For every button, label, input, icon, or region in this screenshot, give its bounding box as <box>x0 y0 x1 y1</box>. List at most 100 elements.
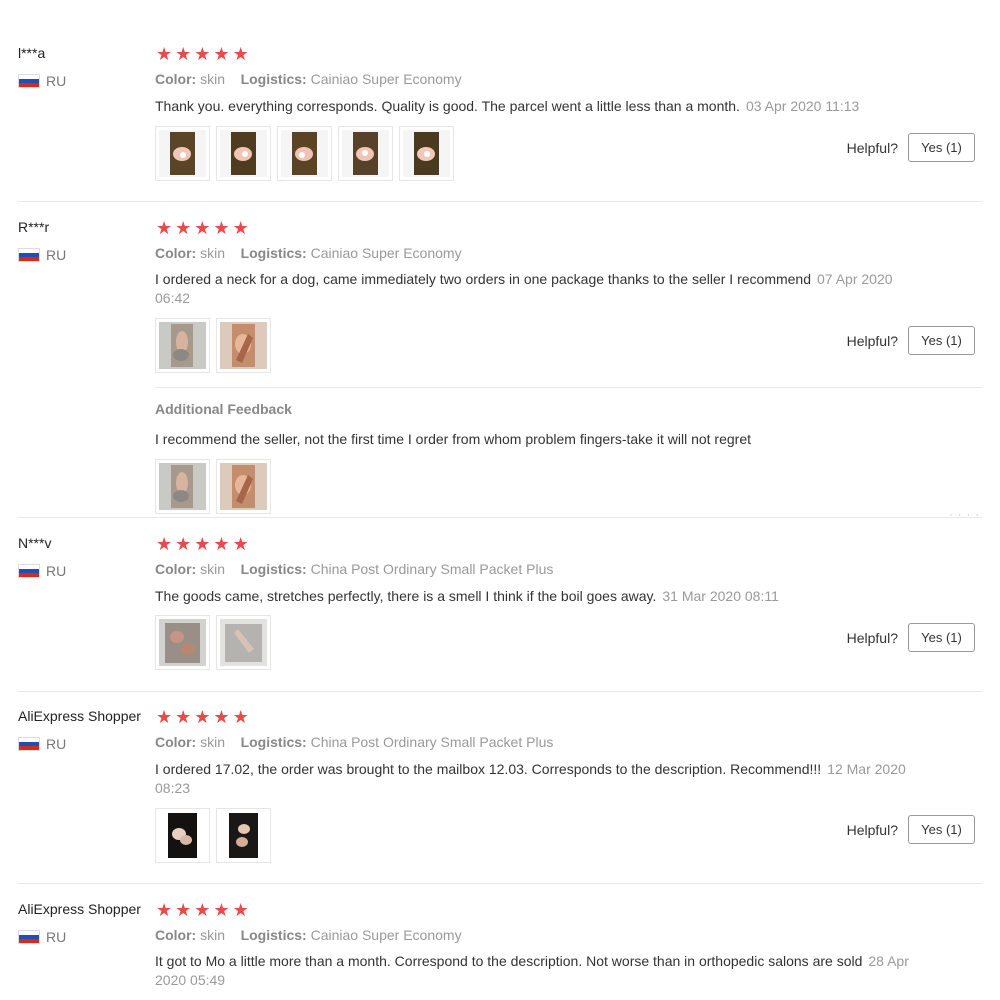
review-photo-thumbnail[interactable] <box>216 126 271 181</box>
additional-feedback-text: I recommend the seller, not the first ti… <box>155 431 752 447</box>
logistics-label: Logistics: <box>240 927 307 943</box>
logistics-value: Cainiao Super Economy <box>310 927 462 943</box>
review-divider <box>18 517 982 518</box>
russia-flag-icon <box>18 930 40 944</box>
review-body: Thank you. everything corresponds. Quali… <box>155 98 740 114</box>
review-photos <box>155 615 271 670</box>
logistics-value: Cainiao Super Economy <box>310 71 462 87</box>
star-icon: ★ <box>213 707 230 727</box>
product-photo <box>220 322 267 369</box>
review-body: I ordered 17.02, the order was brought t… <box>155 761 822 777</box>
review-photo-thumbnail[interactable] <box>338 126 393 181</box>
order-info: Color: skin Logistics: Cainiao Super Eco… <box>155 927 462 943</box>
star-icon: ★ <box>194 900 211 920</box>
star-icon: ★ <box>213 44 230 64</box>
star-icon: ★ <box>175 218 192 238</box>
review-photos <box>155 126 454 181</box>
russia-flag-icon <box>18 248 40 262</box>
color-value: skin <box>200 245 226 261</box>
logistics-label: Logistics: <box>240 245 307 261</box>
star-rating: ★ ★ ★ ★ ★ <box>156 535 249 553</box>
star-icon: ★ <box>175 534 192 554</box>
color-value: skin <box>200 561 226 577</box>
review-photo-thumbnail[interactable] <box>155 126 210 181</box>
helpful-vote: Helpful? Yes (1) <box>847 815 975 844</box>
logistics-value: Cainiao Super Economy <box>310 245 462 261</box>
review-photo-thumbnail[interactable] <box>155 459 210 514</box>
star-rating: ★ ★ ★ ★ ★ <box>156 708 249 726</box>
product-photo <box>220 463 267 510</box>
color-value: skin <box>200 734 226 750</box>
product-photo <box>159 812 206 859</box>
star-icon: ★ <box>175 707 192 727</box>
product-photo <box>159 322 206 369</box>
star-icon: ★ <box>156 534 173 554</box>
review-photo-thumbnail[interactable] <box>277 126 332 181</box>
country-code: RU <box>46 73 67 89</box>
review-date: 31 Mar 2020 08:11 <box>662 588 779 604</box>
color-value: skin <box>200 927 226 943</box>
product-photo <box>159 619 206 666</box>
star-icon: ★ <box>156 218 173 238</box>
color-label: Color: <box>155 245 197 261</box>
review-photo-thumbnail[interactable] <box>155 318 210 373</box>
color-label: Color: <box>155 561 197 577</box>
helpful-vote: Helpful? Yes (1) <box>847 623 975 652</box>
review-photo-thumbnail[interactable] <box>216 808 271 863</box>
helpful-yes-button[interactable]: Yes (1) <box>908 133 975 162</box>
review-text: I ordered 17.02, the order was brought t… <box>155 760 925 798</box>
star-icon: ★ <box>175 900 192 920</box>
star-icon: ★ <box>213 218 230 238</box>
country-code: RU <box>46 929 67 945</box>
star-icon: ★ <box>194 534 211 554</box>
color-label: Color: <box>155 734 197 750</box>
star-icon: ★ <box>232 534 249 554</box>
product-photo <box>159 130 206 177</box>
review-body: It got to Mo a little more than a month.… <box>155 953 863 969</box>
logistics-label: Logistics: <box>240 734 307 750</box>
review-photo-thumbnail[interactable] <box>216 318 271 373</box>
review-text: I ordered a neck for a dog, came immedia… <box>155 270 925 308</box>
reviewer-name: AliExpress Shopper <box>18 901 141 917</box>
review-photo-thumbnail[interactable] <box>216 615 271 670</box>
star-rating: ★ ★ ★ ★ ★ <box>156 901 249 919</box>
star-rating: ★ ★ ★ ★ ★ <box>156 45 249 63</box>
reviewer-name: AliExpress Shopper <box>18 708 141 724</box>
helpful-label: Helpful? <box>846 332 898 349</box>
helpful-yes-button[interactable]: Yes (1) <box>908 815 975 844</box>
logistics-value: China Post Ordinary Small Packet Plus <box>310 561 554 577</box>
color-label: Color: <box>155 927 197 943</box>
reviewer-country: RU <box>18 247 66 263</box>
review-photo-thumbnail[interactable] <box>155 808 210 863</box>
reviewer-country: RU <box>18 563 66 579</box>
review-divider <box>18 691 982 692</box>
helpful-label: Helpful? <box>846 821 898 838</box>
helpful-label: Helpful? <box>846 139 898 156</box>
reviewer-name: R***r <box>18 219 50 235</box>
helpful-yes-button[interactable]: Yes (1) <box>908 326 975 355</box>
star-icon: ★ <box>232 218 249 238</box>
country-code: RU <box>46 563 67 579</box>
product-photo <box>159 463 206 510</box>
helpful-yes-button[interactable]: Yes (1) <box>908 623 975 652</box>
review-photo-thumbnail[interactable] <box>399 126 454 181</box>
review-date: 03 Apr 2020 11:13 <box>745 98 860 114</box>
country-code: RU <box>46 247 67 263</box>
review-body: I ordered a neck for a dog, came immedia… <box>155 271 812 287</box>
product-photo <box>220 130 267 177</box>
product-photo <box>281 130 328 177</box>
star-rating: ★ ★ ★ ★ ★ <box>156 219 249 237</box>
russia-flag-icon <box>18 737 40 751</box>
review-text: The goods came, stretches perfectly, the… <box>155 587 925 606</box>
review-divider <box>18 883 982 884</box>
star-icon: ★ <box>232 44 249 64</box>
review-body: The goods came, stretches perfectly, the… <box>155 588 657 604</box>
more-indicator: · · · · <box>949 509 980 521</box>
star-icon: ★ <box>213 534 230 554</box>
review-photos <box>155 318 271 373</box>
order-info: Color: skin Logistics: China Post Ordina… <box>155 734 553 750</box>
additional-feedback-heading: Additional Feedback <box>155 401 292 417</box>
review-photo-thumbnail[interactable] <box>155 615 210 670</box>
review-photo-thumbnail[interactable] <box>216 459 271 514</box>
helpful-label: Helpful? <box>846 629 898 646</box>
